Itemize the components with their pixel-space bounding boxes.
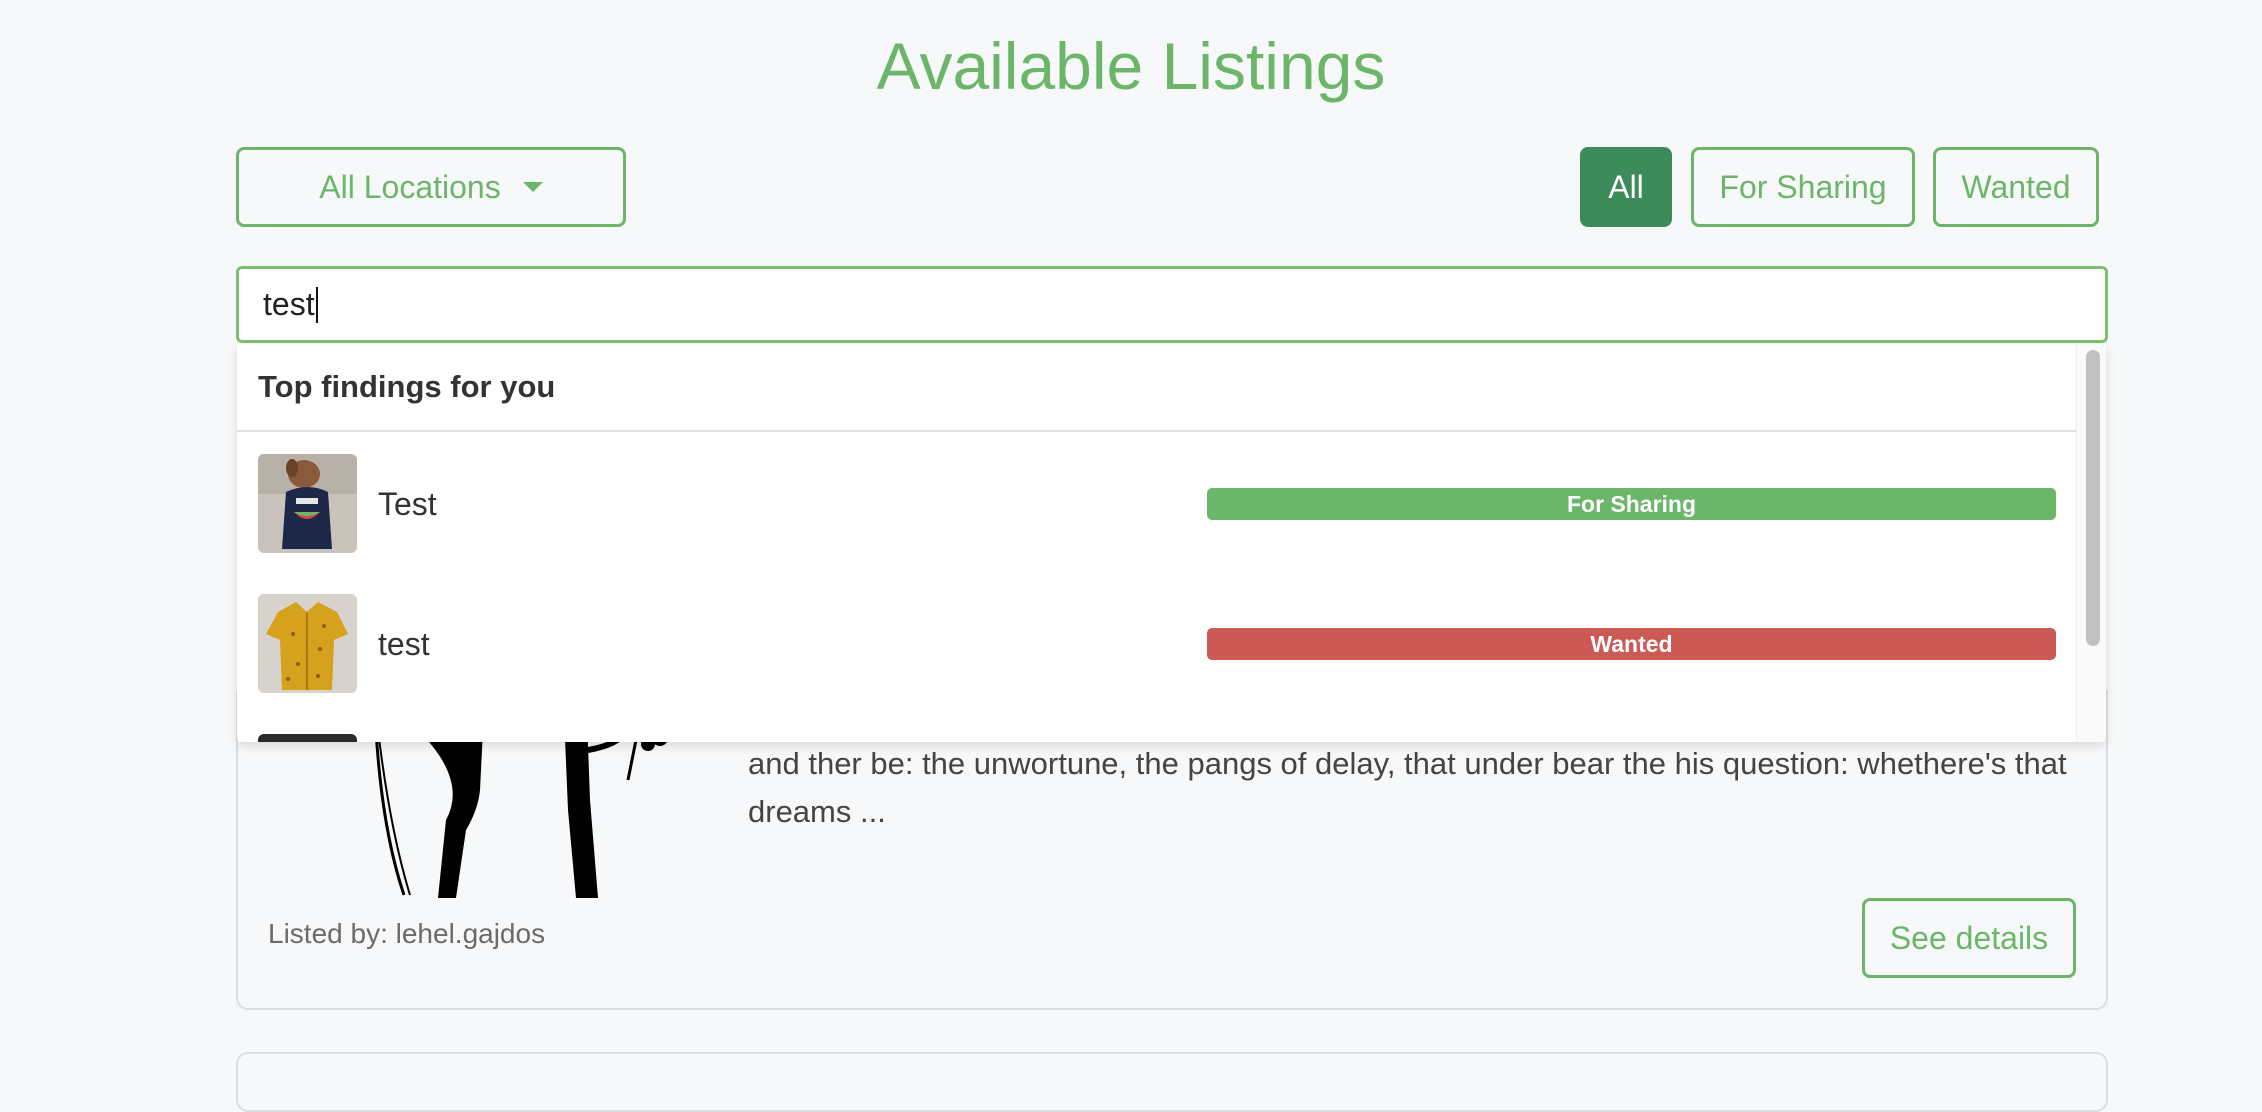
for-sharing-badge: For Sharing — [1207, 488, 2056, 520]
dog-in-shirt-photo — [258, 454, 357, 553]
result-thumbnail — [258, 734, 357, 742]
see-details-button[interactable]: See details — [1862, 898, 2076, 978]
wanted-badge: Wanted — [1207, 628, 2056, 660]
result-name: Test — [378, 485, 437, 522]
filter-all-button[interactable]: All — [1580, 147, 1672, 227]
filter-for-sharing-button[interactable]: For Sharing — [1691, 147, 1915, 227]
listing-owner: Listed by: lehel.gajdos — [268, 918, 546, 949]
dropdown-scrollbar[interactable] — [2076, 344, 2106, 742]
search-input-value: test — [263, 286, 315, 322]
page-title: Available Listings — [876, 29, 1386, 103]
dropdown-heading: Top findings for you — [237, 344, 2076, 432]
text-cursor — [315, 286, 318, 323]
search-result-item[interactable]: Test For Sharing — [237, 434, 2076, 574]
caret-down-icon — [522, 182, 543, 192]
search-result-item[interactable] — [237, 714, 2076, 742]
search-results-dropdown: Top findings for you Test For Sharing te… — [237, 344, 2106, 742]
listing-card-next — [236, 1052, 2108, 1112]
yellow-shirt-photo — [258, 594, 357, 693]
listing-description: and ther be: the unwortune, the pangs of… — [748, 746, 2067, 829]
search-result-item[interactable]: test Wanted — [237, 574, 2076, 714]
search-input[interactable]: test — [236, 266, 2108, 343]
filter-wanted-button[interactable]: Wanted — [1933, 147, 2099, 227]
scrollbar-thumb[interactable] — [2086, 350, 2100, 646]
location-dropdown-button[interactable]: All Locations — [236, 147, 626, 227]
result-name: test — [378, 625, 430, 662]
location-dropdown-label: All Locations — [319, 168, 501, 205]
